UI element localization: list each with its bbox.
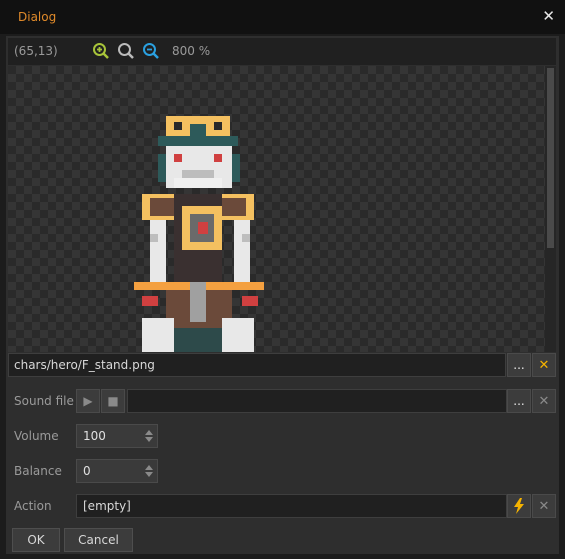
zoom-level: 800 % [172, 44, 211, 58]
spin-down-icon[interactable] [145, 472, 153, 477]
image-viewer-toolbar: (65,13) 800 % [8, 38, 556, 65]
sound-file-label: Sound file [14, 394, 74, 408]
volume-value: 100 [83, 429, 106, 443]
close-icon[interactable]: ✕ [542, 7, 555, 25]
play-icon: ▶ [83, 394, 93, 408]
hero-sprite [134, 116, 264, 352]
lightning-icon [514, 498, 524, 514]
ellipsis-label: ... [513, 394, 525, 408]
clear-action-button[interactable]: ✕ [532, 494, 556, 518]
browse-sound-button[interactable]: ... [507, 389, 531, 413]
cursor-coordinates: (65,13) [14, 44, 58, 58]
clear-icon: ✕ [538, 498, 550, 514]
image-canvas[interactable] [8, 66, 545, 352]
clear-icon: ✕ [538, 357, 550, 373]
zoom-in-icon[interactable] [92, 42, 110, 60]
play-sound-button[interactable]: ▶ [76, 389, 100, 413]
spin-up-icon[interactable] [145, 430, 153, 435]
balance-value: 0 [83, 464, 91, 478]
zoom-out-icon[interactable] [142, 42, 160, 60]
browse-image-button[interactable]: ... [507, 353, 531, 377]
clear-icon: ✕ [538, 393, 550, 409]
clear-sound-button[interactable]: ✕ [532, 389, 556, 413]
zoom-reset-icon[interactable] [117, 42, 135, 60]
volume-spinbox[interactable]: 100 [76, 424, 158, 448]
edit-action-button[interactable] [507, 494, 531, 518]
stop-sound-button[interactable]: ■ [101, 389, 125, 413]
cancel-button[interactable]: Cancel [64, 528, 133, 552]
vertical-scrollbar[interactable] [545, 66, 556, 352]
sound-file-field[interactable] [127, 389, 507, 413]
balance-label: Balance [14, 464, 62, 478]
stop-icon: ■ [107, 394, 119, 408]
window-title: Dialog [18, 10, 57, 24]
clear-image-button[interactable]: ✕ [532, 353, 556, 377]
image-path-field[interactable]: chars/hero/F_stand.png [8, 353, 506, 377]
ellipsis-label: ... [513, 358, 525, 372]
title-bar: Dialog ✕ [0, 0, 565, 34]
spin-up-icon[interactable] [145, 465, 153, 470]
ok-button[interactable]: OK [12, 528, 60, 552]
spin-down-icon[interactable] [145, 437, 153, 442]
volume-label: Volume [14, 429, 59, 443]
scrollbar-thumb[interactable] [547, 68, 554, 248]
action-label: Action [14, 499, 52, 513]
action-field[interactable]: [empty] [76, 494, 507, 518]
balance-spinbox[interactable]: 0 [76, 459, 158, 483]
